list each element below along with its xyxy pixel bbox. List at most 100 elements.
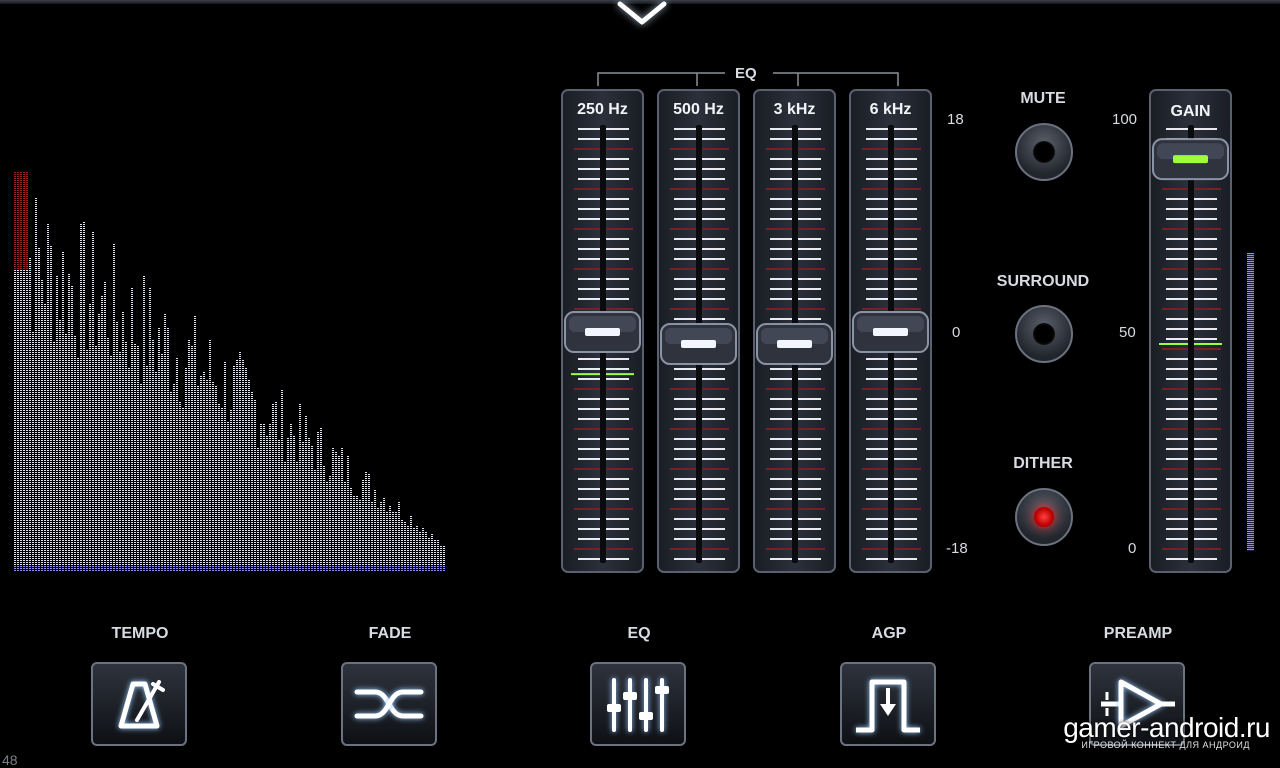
spectrum-bar bbox=[407, 526, 409, 571]
spectrum-bar bbox=[311, 446, 313, 571]
spectrum-bar bbox=[140, 384, 142, 571]
mute-icon bbox=[1033, 141, 1055, 163]
spectrum-bar bbox=[221, 408, 223, 571]
spectrum-bar bbox=[341, 448, 343, 571]
spectrum-bar bbox=[395, 512, 397, 571]
gain-scale-bottom: 0 bbox=[1128, 540, 1137, 557]
spectrum-bar bbox=[392, 512, 394, 571]
preamp-label: PREAMP bbox=[1103, 625, 1173, 642]
output-level-meter bbox=[1247, 253, 1254, 551]
spectrum-bar bbox=[383, 498, 385, 571]
agp-label: AGP bbox=[871, 625, 907, 642]
fader-knob[interactable] bbox=[756, 323, 833, 365]
spectrum-bar bbox=[95, 346, 97, 571]
spectrum-bar bbox=[404, 522, 406, 571]
eq-button[interactable] bbox=[590, 662, 686, 746]
spectrum-bar bbox=[35, 198, 37, 571]
spectrum-bar bbox=[236, 360, 238, 571]
surround-button[interactable] bbox=[1015, 305, 1073, 363]
eq-group-label: EQ bbox=[735, 65, 757, 82]
spectrum-bar bbox=[272, 404, 274, 571]
dither-icon bbox=[1034, 507, 1054, 527]
agp-button[interactable] bbox=[840, 662, 936, 746]
spectrum-bar bbox=[62, 252, 64, 571]
spectrum-bar bbox=[170, 392, 172, 571]
spectrum-bar bbox=[20, 172, 22, 571]
spectrum-bar bbox=[413, 528, 415, 571]
spectrum-bar bbox=[32, 332, 34, 571]
spectrum-bar bbox=[101, 296, 103, 571]
spectrum-bar bbox=[263, 424, 265, 571]
spectrum-bar bbox=[131, 288, 133, 571]
spectrum-bar bbox=[113, 244, 115, 571]
spectrum-bar bbox=[74, 336, 76, 571]
spectrum-bar bbox=[293, 436, 295, 571]
eq-fader-500hz[interactable]: 500 Hz bbox=[657, 89, 740, 573]
tempo-button[interactable] bbox=[91, 662, 187, 746]
spectrum-bar bbox=[86, 350, 88, 571]
eq-fader-250hz[interactable]: 250 Hz bbox=[561, 89, 644, 573]
spectrum-bar bbox=[377, 508, 379, 571]
spectrum-bar bbox=[428, 538, 430, 571]
spectrum-bar bbox=[326, 482, 328, 571]
fader-scale bbox=[1152, 125, 1229, 563]
fader-knob[interactable] bbox=[852, 311, 929, 354]
spectrum-bar bbox=[308, 438, 310, 571]
spectrum-bar bbox=[41, 280, 43, 571]
spectrum-bar bbox=[278, 440, 280, 571]
spectrum-bar bbox=[398, 502, 400, 571]
collapse-chevron-icon[interactable] bbox=[612, 0, 672, 30]
spectrum-bar bbox=[323, 466, 325, 571]
spectrum-bar bbox=[290, 424, 292, 571]
spectrum-bar bbox=[116, 322, 118, 571]
mute-button[interactable] bbox=[1015, 123, 1073, 181]
gain-fader[interactable]: GAIN bbox=[1149, 89, 1232, 573]
spectrum-bar bbox=[197, 386, 199, 571]
spectrum-bar bbox=[305, 416, 307, 571]
spectrum-bar bbox=[257, 448, 259, 571]
fader-knob[interactable] bbox=[660, 323, 737, 365]
spectrum-bar bbox=[134, 344, 136, 571]
spectrum-bar bbox=[47, 224, 49, 571]
spectrum-bar bbox=[23, 172, 25, 571]
spectrum-bar bbox=[347, 456, 349, 571]
surround-label: SURROUND bbox=[996, 273, 1090, 290]
spectrum-bar bbox=[188, 340, 190, 571]
spectrum-bar bbox=[302, 442, 304, 571]
spectrum-bar bbox=[419, 532, 421, 571]
spectrum-bar bbox=[422, 528, 424, 571]
spectrum-bar bbox=[332, 448, 334, 571]
spectrum-bar bbox=[239, 352, 241, 571]
fade-button[interactable] bbox=[341, 662, 437, 746]
eq-button-label: EQ bbox=[627, 625, 651, 642]
spectrum-bar bbox=[281, 390, 283, 571]
eq-fader-6khz[interactable]: 6 kHz bbox=[849, 89, 932, 573]
fade-label: FADE bbox=[368, 625, 412, 642]
fader-knob[interactable] bbox=[564, 311, 641, 354]
spectrum-bar bbox=[287, 438, 289, 571]
spectrum-bar bbox=[38, 248, 40, 571]
fader-scale bbox=[756, 125, 833, 563]
spectrum-bar bbox=[260, 424, 262, 571]
spectrum-bar bbox=[365, 472, 367, 571]
fader-knob[interactable] bbox=[1152, 138, 1229, 181]
spectrum-analyzer bbox=[14, 172, 445, 571]
spectrum-bar bbox=[44, 304, 46, 571]
spectrum-bar bbox=[371, 502, 373, 571]
spectrum-bar bbox=[401, 520, 403, 571]
agp-gate-icon bbox=[856, 679, 920, 733]
spectrum-bar bbox=[137, 346, 139, 571]
spectrum-bar bbox=[182, 408, 184, 571]
spectrum-bar bbox=[56, 276, 58, 571]
spectrum-bar bbox=[68, 274, 70, 571]
eq-fader-3khz[interactable]: 3 kHz bbox=[753, 89, 836, 573]
spectrum-bar bbox=[317, 432, 319, 571]
dither-button[interactable] bbox=[1015, 488, 1073, 546]
spectrum-bar bbox=[353, 496, 355, 571]
eq-scale-bottom: -18 bbox=[946, 540, 968, 557]
spectrum-bar bbox=[146, 366, 148, 571]
spectrum-bar bbox=[92, 232, 94, 571]
spectrum-bar bbox=[431, 534, 433, 571]
spectrum-bar bbox=[185, 368, 187, 571]
spectrum-bar bbox=[149, 288, 151, 571]
